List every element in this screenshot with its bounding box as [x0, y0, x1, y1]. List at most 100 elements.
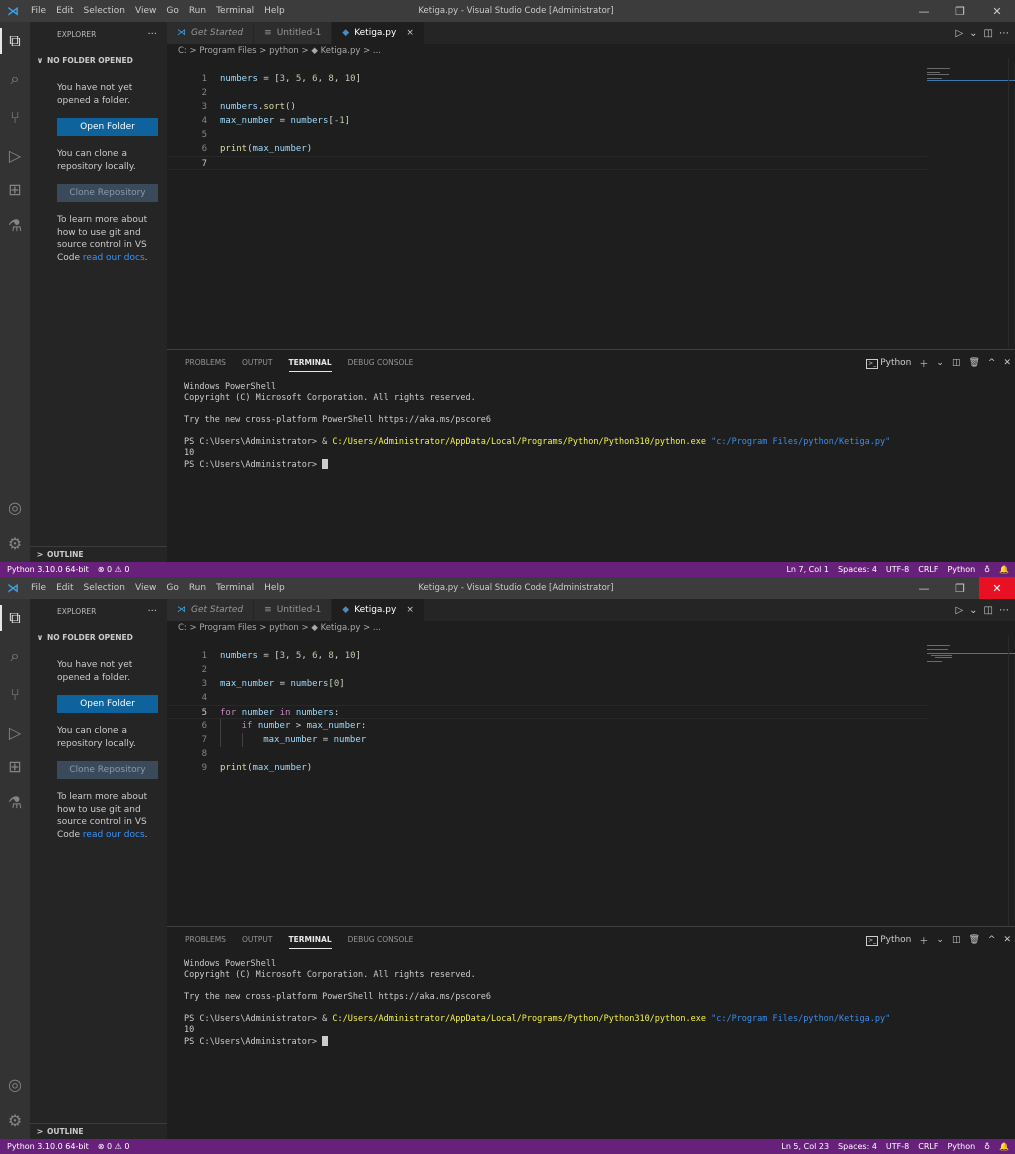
- terminal-select[interactable]: >_ Python: [866, 935, 911, 946]
- trash-icon[interactable]: 🗑: [968, 935, 979, 945]
- tab-untitled-1[interactable]: ≡ Untitled-1: [254, 22, 333, 44]
- menu-view[interactable]: View: [130, 577, 161, 599]
- code-line[interactable]: 9 print(max_number): [167, 761, 927, 775]
- menu-terminal[interactable]: Terminal: [211, 577, 259, 599]
- split-editor-icon[interactable]: ◫: [984, 605, 993, 616]
- trash-icon[interactable]: 🗑: [968, 358, 979, 368]
- python-interpreter-status[interactable]: Python 3.10.0 64-bit: [7, 565, 89, 574]
- tab-problems[interactable]: PROBLEMS: [185, 927, 226, 953]
- terminal-output[interactable]: Windows PowerShell Copyright (C) Microso…: [184, 959, 1004, 1048]
- run-debug-icon[interactable]: ▷: [0, 140, 30, 170]
- new-terminal-icon[interactable]: ＋: [919, 934, 928, 947]
- breadcrumb[interactable]: C: > Program Files > python > ◆ Ketiga.p…: [178, 44, 381, 58]
- chevron-down-icon[interactable]: ⌄: [969, 605, 977, 616]
- settings-gear-icon[interactable]: ⚙: [0, 1105, 30, 1135]
- encoding-status[interactable]: UTF-8: [886, 565, 909, 574]
- account-icon[interactable]: ◎: [0, 1069, 30, 1099]
- code-line[interactable]: 3 max_number = numbers[0]: [167, 677, 927, 691]
- tab-get-started[interactable]: ⋊ Get Started: [167, 599, 255, 621]
- code-editor[interactable]: 1 numbers = [3, 5, 6, 8, 10] 2 3 max_number …: [167, 635, 1015, 926]
- tab-debug-console[interactable]: DEBUG CONSOLE: [348, 350, 414, 376]
- terminal-output[interactable]: Windows PowerShell Copyright (C) Microso…: [184, 382, 1004, 471]
- menu-file[interactable]: File: [26, 0, 51, 22]
- minimize-icon[interactable]: —: [906, 0, 942, 22]
- more-actions-icon[interactable]: ···: [147, 29, 157, 40]
- tab-debug-console[interactable]: DEBUG CONSOLE: [348, 927, 414, 953]
- chevron-down-icon[interactable]: ⌄: [936, 358, 944, 368]
- clone-repository-button[interactable]: Clone Repository: [57, 184, 158, 202]
- tab-terminal[interactable]: TERMINAL: [289, 927, 332, 953]
- tab-output[interactable]: OUTPUT: [242, 927, 273, 953]
- eol-status[interactable]: CRLF: [918, 1142, 938, 1151]
- close-panel-icon[interactable]: ✕: [1003, 358, 1011, 368]
- code-editor[interactable]: 1 numbers = [3, 5, 6, 8, 10] 2 3 numbers.sor…: [167, 58, 1015, 349]
- account-icon[interactable]: ◎: [0, 492, 30, 522]
- code-line[interactable]: 1 numbers = [3, 5, 6, 8, 10]: [167, 649, 927, 663]
- minimap[interactable]: [927, 645, 1015, 665]
- tab-untitled-1[interactable]: ≡ Untitled-1: [254, 599, 333, 621]
- menu-run[interactable]: Run: [184, 577, 211, 599]
- code-line[interactable]: 5: [167, 128, 927, 142]
- code-line[interactable]: 8: [167, 747, 927, 761]
- menu-file[interactable]: File: [26, 577, 51, 599]
- new-terminal-icon[interactable]: ＋: [919, 357, 928, 370]
- code-line[interactable]: 5 for number in numbers:: [167, 705, 927, 719]
- code-line[interactable]: 6 if number > max_number:: [167, 719, 927, 733]
- code-line[interactable]: 7 max_number = number: [167, 733, 927, 747]
- more-actions-icon[interactable]: ⋯: [999, 28, 1009, 39]
- breadcrumb[interactable]: C: > Program Files > python > ◆ Ketiga.p…: [178, 621, 381, 635]
- python-interpreter-status[interactable]: Python 3.10.0 64-bit: [7, 1142, 89, 1151]
- search-icon[interactable]: ⌕: [0, 641, 30, 671]
- editor-scrollbar[interactable]: [1008, 635, 1015, 926]
- tab-problems[interactable]: PROBLEMS: [185, 350, 226, 376]
- tab-output[interactable]: OUTPUT: [242, 350, 273, 376]
- clone-repository-button[interactable]: Clone Repository: [57, 761, 158, 779]
- menu-go[interactable]: Go: [161, 0, 183, 22]
- tab-terminal[interactable]: TERMINAL: [289, 350, 332, 376]
- explorer-icon[interactable]: ⧉: [0, 603, 30, 633]
- menu-selection[interactable]: Selection: [79, 577, 130, 599]
- minimap[interactable]: [927, 68, 1015, 88]
- code-line[interactable]: 3 numbers.sort(): [167, 100, 927, 114]
- close-tab-icon[interactable]: ×: [406, 605, 414, 615]
- menu-edit[interactable]: Edit: [51, 577, 78, 599]
- restore-icon[interactable]: ❐: [942, 0, 978, 22]
- code-line[interactable]: 2: [167, 663, 927, 677]
- testing-icon[interactable]: ⚗: [0, 210, 30, 240]
- menu-edit[interactable]: Edit: [51, 0, 78, 22]
- encoding-status[interactable]: UTF-8: [886, 1142, 909, 1151]
- terminal-select[interactable]: >_ Python: [866, 358, 911, 369]
- search-icon[interactable]: ⌕: [0, 64, 30, 94]
- close-window-icon[interactable]: ✕: [979, 0, 1015, 22]
- no-folder-section[interactable]: ∨ NO FOLDER OPENED: [30, 630, 167, 644]
- feedback-icon[interactable]: ♁: [984, 565, 990, 574]
- code-line[interactable]: 1 numbers = [3, 5, 6, 8, 10]: [167, 72, 927, 86]
- code-line[interactable]: 2: [167, 86, 927, 100]
- menu-view[interactable]: View: [130, 0, 161, 22]
- menu-terminal[interactable]: Terminal: [211, 0, 259, 22]
- chevron-down-icon[interactable]: ⌄: [936, 935, 944, 945]
- open-folder-button[interactable]: Open Folder: [57, 695, 158, 713]
- chevron-up-icon[interactable]: ^: [988, 935, 996, 945]
- feedback-icon[interactable]: ♁: [984, 1142, 990, 1151]
- menu-help[interactable]: Help: [259, 0, 290, 22]
- code-line[interactable]: 4 max_number = numbers[-1]: [167, 114, 927, 128]
- read-docs-link[interactable]: read our docs: [83, 253, 145, 263]
- more-actions-icon[interactable]: ⋯: [999, 605, 1009, 616]
- restore-icon[interactable]: ❐: [942, 577, 978, 599]
- eol-status[interactable]: CRLF: [918, 565, 938, 574]
- split-terminal-icon[interactable]: ◫: [952, 358, 961, 368]
- close-window-icon[interactable]: ✕: [979, 577, 1015, 599]
- menu-run[interactable]: Run: [184, 0, 211, 22]
- run-file-icon[interactable]: ▷: [955, 605, 963, 616]
- code-line[interactable]: 7: [167, 156, 927, 170]
- open-folder-button[interactable]: Open Folder: [57, 118, 158, 136]
- indentation-status[interactable]: Spaces: 4: [838, 1142, 877, 1151]
- language-mode-status[interactable]: Python: [947, 565, 975, 574]
- outline-section[interactable]: > OUTLINE: [30, 546, 167, 562]
- editor-scrollbar[interactable]: [1008, 58, 1015, 349]
- read-docs-link[interactable]: read our docs: [83, 830, 145, 840]
- close-tab-icon[interactable]: ×: [406, 28, 414, 38]
- split-terminal-icon[interactable]: ◫: [952, 935, 961, 945]
- source-control-icon[interactable]: ⑂: [0, 102, 30, 132]
